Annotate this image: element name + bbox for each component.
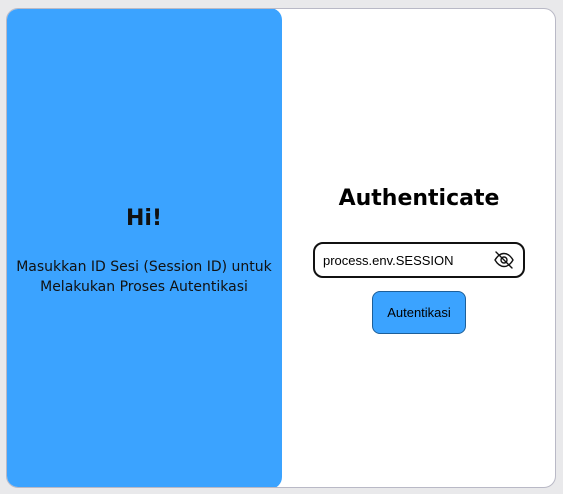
session-id-input[interactable] [323,250,483,270]
welcome-panel: Hi! Masukkan ID Sesi (Session ID) untuk … [7,9,282,487]
auth-title: Authenticate [338,186,500,211]
eye-slash-icon[interactable] [493,250,515,270]
instruction-text: Masukkan ID Sesi (Session ID) untuk Mela… [16,259,272,295]
session-id-field [313,242,525,278]
auth-form-panel: Authenticate Autentikasi [282,9,555,487]
authenticate-button[interactable]: Autentikasi [372,291,466,334]
greeting-heading: Hi! [126,206,162,231]
auth-card: Hi! Masukkan ID Sesi (Session ID) untuk … [6,8,556,488]
